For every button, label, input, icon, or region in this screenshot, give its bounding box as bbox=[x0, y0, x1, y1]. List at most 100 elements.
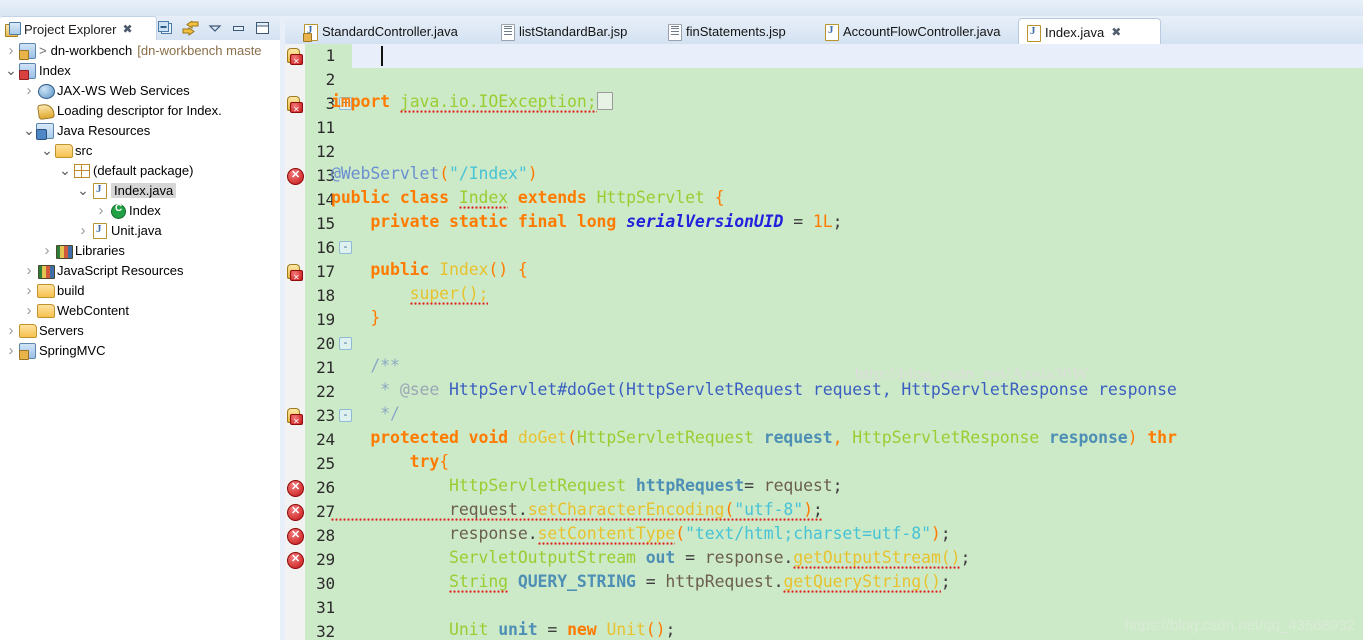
tree-item-prefix: > bbox=[39, 42, 47, 58]
close-icon[interactable]: ✖ bbox=[122, 23, 132, 35]
toolbar-icon-1[interactable] bbox=[8, 1, 22, 13]
chevron-right-icon[interactable]: › bbox=[4, 322, 18, 339]
tree-item-webcontent[interactable]: › WebContent bbox=[22, 300, 130, 320]
toolbar-icon-4[interactable] bbox=[62, 1, 76, 13]
source-code[interactable]: import java.io.IOException; @WebServlet(… bbox=[331, 44, 1363, 640]
project-error-icon bbox=[18, 62, 36, 80]
tree-item-label: src bbox=[75, 142, 93, 158]
tree-item-label: Servers bbox=[39, 322, 84, 338]
tree-item-jax-ws-web-services[interactable]: › JAX-WS Web Services bbox=[22, 80, 190, 100]
code-line-20[interactable]: /** bbox=[331, 356, 400, 375]
tree-item-build[interactable]: › build bbox=[22, 280, 85, 300]
tree-item-java-resources[interactable]: ⌄ Java Resources bbox=[22, 120, 150, 140]
jaxws-icon bbox=[36, 82, 55, 99]
editor-tab-row: StandardController.java listStandardBar.j… bbox=[285, 16, 1363, 45]
chevron-right-icon[interactable]: › bbox=[40, 242, 54, 259]
marker-bar[interactable] bbox=[285, 44, 305, 640]
chevron-right-icon[interactable]: › bbox=[76, 222, 90, 239]
chevron-right-icon[interactable]: › bbox=[22, 262, 36, 279]
code-line-24[interactable]: try{ bbox=[331, 452, 449, 471]
code-line-16[interactable]: public Index() { bbox=[331, 260, 527, 279]
tree-item-default-package[interactable]: ⌄ (default package) bbox=[58, 160, 193, 180]
main-toolbar bbox=[0, 0, 1363, 16]
close-icon[interactable]: ✖ bbox=[1111, 25, 1121, 39]
toolbar-icon-5[interactable] bbox=[80, 1, 94, 13]
editor-tab-liststandardbar-jsp[interactable]: listStandardBar.jsp bbox=[493, 19, 669, 44]
code-line-22[interactable]: */ bbox=[331, 404, 400, 423]
chevron-right-icon[interactable]: › bbox=[4, 342, 18, 359]
code-line-26[interactable]: request.setCharacterEncoding("utf-8"); bbox=[331, 500, 823, 523]
error-icon[interactable] bbox=[287, 527, 304, 545]
quickfix-error-icon[interactable] bbox=[287, 264, 303, 282]
tree-item-label: SpringMVC bbox=[39, 342, 106, 358]
toolbar-icon-6[interactable] bbox=[106, 1, 120, 13]
code-line-3[interactable]: import java.io.IOException; bbox=[331, 92, 613, 115]
code-line-27[interactable]: response.setContentType("text/html;chars… bbox=[331, 524, 951, 547]
code-line-29[interactable]: String QUERY_STRING = httpRequest.getQue… bbox=[331, 572, 951, 595]
project-warning-icon bbox=[18, 342, 36, 360]
tree-item-index[interactable]: › Index bbox=[94, 200, 161, 220]
code-line-28[interactable]: ServletOutputStream out = response.getOu… bbox=[331, 548, 970, 571]
quickfix-error-icon[interactable] bbox=[287, 96, 303, 114]
chevron-right-icon[interactable]: › bbox=[22, 302, 36, 319]
error-icon[interactable] bbox=[287, 551, 304, 569]
java-source-editor[interactable]: 1231112131415161718192021222324252627282… bbox=[285, 44, 1363, 640]
error-icon[interactable] bbox=[287, 479, 304, 497]
chevron-down-icon[interactable]: ⌄ bbox=[40, 143, 54, 157]
tree-item-libraries[interactable]: › Libraries bbox=[40, 240, 125, 260]
chevron-down-icon[interactable]: ⌄ bbox=[58, 163, 72, 177]
chevron-right-icon[interactable]: › bbox=[94, 202, 108, 219]
chevron-right-icon[interactable]: › bbox=[22, 282, 36, 299]
editor-tab-standardcontroller-java[interactable]: StandardController.java bbox=[296, 19, 502, 44]
tree-item-label: Java Resources bbox=[57, 122, 151, 138]
code-line-17[interactable]: super(); bbox=[331, 284, 488, 307]
java-icon bbox=[1027, 24, 1041, 42]
maximize-icon[interactable] bbox=[255, 21, 270, 35]
chevron-right-icon[interactable]: › bbox=[22, 82, 36, 99]
tree-item-servers[interactable]: › Servers bbox=[4, 320, 84, 340]
code-line-12[interactable]: @WebServlet("/Index") bbox=[331, 164, 538, 183]
jsp-icon bbox=[501, 24, 515, 41]
toolbar-icon-3[interactable] bbox=[44, 1, 58, 13]
tree-item-javascript-resources[interactable]: › JavaScript Resources bbox=[22, 260, 183, 280]
tree-item-unit-java[interactable]: › Unit.java bbox=[76, 220, 162, 240]
editor-tab-index-java[interactable]: Index.java ✖ bbox=[1018, 18, 1161, 45]
view-toolbar bbox=[158, 19, 270, 37]
editor-tab-finstatements-jsp[interactable]: finStatements.jsp bbox=[660, 19, 826, 44]
tree-item-label: (default package) bbox=[93, 162, 194, 178]
minimize-icon[interactable] bbox=[231, 21, 246, 35]
tree-item-springmvc[interactable]: › SpringMVC bbox=[4, 340, 105, 360]
quickfix-error-icon[interactable] bbox=[287, 408, 303, 426]
tab-project-explorer[interactable]: Project Explorer ✖ bbox=[0, 16, 157, 41]
code-line-18[interactable]: } bbox=[331, 308, 380, 327]
fold-placeholder-icon[interactable] bbox=[596, 92, 613, 110]
code-line-14[interactable]: private static final long serialVersionU… bbox=[331, 212, 842, 231]
chevron-right-icon[interactable]: › bbox=[4, 42, 18, 59]
code-line-13[interactable]: public class Index extends HttpServlet { bbox=[331, 188, 725, 211]
project-tree[interactable]: › > dn-workbench [dn-workbench maste ⌄ Index ›… bbox=[0, 40, 279, 640]
error-icon[interactable] bbox=[287, 503, 304, 521]
chevron-down-icon[interactable]: ⌄ bbox=[22, 123, 36, 137]
tree-item-index[interactable]: ⌄ Index bbox=[4, 60, 71, 80]
code-line-31[interactable]: Unit unit = new Unit(); bbox=[331, 620, 675, 639]
link-with-editor-icon[interactable] bbox=[182, 19, 199, 36]
chevron-down-icon[interactable]: ⌄ bbox=[4, 63, 18, 77]
quickfix-error-icon[interactable] bbox=[287, 48, 303, 66]
tree-item-index-java[interactable]: ⌄ Index.java bbox=[76, 180, 177, 200]
code-line-23[interactable]: protected void doGet(HttpServletRequest … bbox=[331, 428, 1177, 447]
tree-item-label: JAX-WS Web Services bbox=[57, 82, 190, 98]
toolbar-icon-2[interactable] bbox=[26, 1, 40, 13]
collapse-all-icon[interactable] bbox=[158, 21, 173, 35]
tree-item-loading-descriptor-for-index[interactable]: Loading descriptor for Index. bbox=[22, 100, 222, 121]
error-icon[interactable] bbox=[287, 167, 304, 185]
tree-item-src[interactable]: ⌄ src bbox=[40, 140, 92, 160]
project-explorer-view: Project Explorer ✖ › > dn-workbench [dn-… bbox=[0, 16, 280, 640]
jsp-icon bbox=[668, 24, 682, 41]
editor-tab-accountflowcontroller-java[interactable]: AccountFlowController.java bbox=[817, 19, 1028, 44]
view-menu-icon[interactable] bbox=[208, 21, 222, 35]
tree-item-dn-workbench[interactable]: › > dn-workbench [dn-workbench maste bbox=[4, 40, 262, 60]
chevron-down-icon[interactable]: ⌄ bbox=[76, 183, 90, 197]
tree-item-label: Index bbox=[129, 202, 161, 218]
code-line-21[interactable]: * @see HttpServlet#doGet(HttpServletRequ… bbox=[331, 380, 1177, 399]
code-line-25[interactable]: HttpServletRequest httpRequest= request; bbox=[331, 476, 843, 495]
